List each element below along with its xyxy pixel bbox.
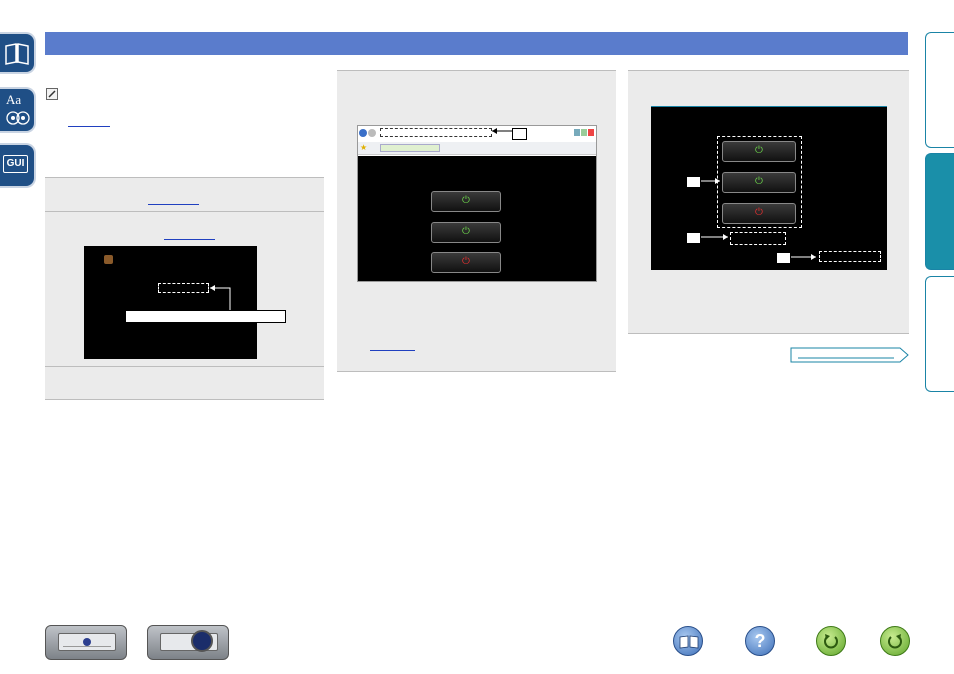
browser-back-button[interactable] (359, 129, 367, 137)
right-tab-bottom[interactable] (925, 276, 954, 392)
power-on-button-1[interactable]: ⏻ (431, 191, 501, 212)
remote-control-icon (160, 630, 218, 652)
model-name-highlight (819, 251, 881, 262)
forward-button[interactable] (880, 626, 910, 656)
browser-tab[interactable] (380, 144, 440, 152)
step-4-link[interactable] (370, 350, 415, 351)
glossary-tab[interactable]: Aa (0, 87, 36, 133)
step-box-1 (45, 177, 324, 212)
continue-arrow-button[interactable] (790, 347, 910, 363)
browser-address-bar[interactable] (380, 128, 492, 137)
screen-callout-arrows (701, 178, 816, 260)
receiver-front-panel-button[interactable] (45, 625, 127, 660)
ip-address-callout-box (125, 310, 286, 323)
main-zone-power-button[interactable]: ⏻ (722, 141, 796, 162)
note-link[interactable] (68, 126, 110, 127)
book-tab[interactable] (0, 32, 36, 74)
help-button[interactable]: ? (745, 626, 775, 656)
help-icon: ? (754, 631, 766, 651)
callout-arrow (210, 285, 231, 310)
browser-content: ⏻ ⏻ ⏻ (358, 156, 596, 281)
right-tab-middle[interactable] (925, 153, 954, 270)
callout-marker-a (686, 176, 701, 188)
browser-window: ★ ⏻ ⏻ ⏻ (357, 125, 597, 282)
step-1-link[interactable] (148, 204, 199, 205)
contents-icon (679, 635, 699, 649)
back-icon (824, 634, 838, 649)
remote-control-button[interactable] (147, 625, 229, 660)
step-2-link[interactable] (164, 239, 215, 240)
browser-toolbar-buttons (574, 129, 594, 136)
cd-stack-icon (6, 111, 30, 125)
gui-tab[interactable]: GUI (0, 143, 36, 188)
step-box-3 (45, 366, 324, 400)
favorites-star-icon[interactable]: ★ (360, 144, 367, 152)
glossary-icon: Aa (6, 92, 22, 107)
book-icon (5, 43, 29, 65)
receiver-front-panel-icon (58, 633, 116, 651)
back-button[interactable] (816, 626, 846, 656)
gui-icon: GUI (3, 155, 28, 173)
callout-marker-c (776, 252, 791, 264)
contents-button[interactable] (673, 626, 703, 656)
browser-forward-button[interactable] (368, 129, 376, 137)
note-icon (46, 88, 58, 100)
right-tab-top[interactable] (925, 32, 954, 148)
power-off-button[interactable]: ⏻ (431, 252, 501, 273)
forward-icon (888, 634, 902, 649)
power-on-button-2[interactable]: ⏻ (431, 222, 501, 243)
section-header-band (45, 32, 908, 55)
address-marker-box (512, 128, 527, 140)
browser-tab-bar: ★ (358, 142, 596, 155)
callout-marker-b (686, 232, 701, 244)
tv-screen-ip-address (84, 246, 257, 359)
